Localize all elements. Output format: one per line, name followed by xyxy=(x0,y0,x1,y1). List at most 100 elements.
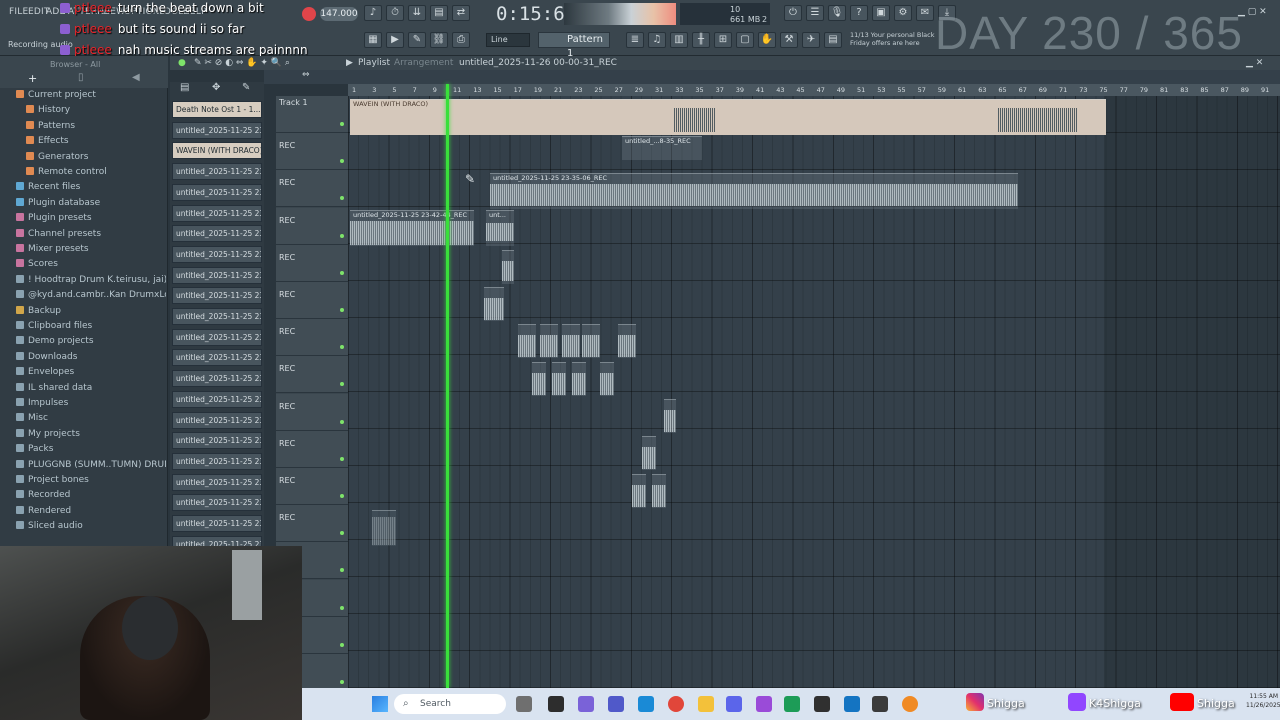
channel-move-icon[interactable]: ✥ xyxy=(212,82,220,93)
browser-item[interactable]: History xyxy=(26,103,166,118)
browser-file-icon[interactable]: ▯ xyxy=(78,72,84,83)
track-header[interactable]: REC xyxy=(276,244,348,282)
track-enable-led[interactable] xyxy=(340,308,344,312)
wrench-icon[interactable]: ⚒ xyxy=(780,32,798,48)
piano-roll-icon[interactable]: ♫ xyxy=(648,32,666,48)
browser-item[interactable]: Effects xyxy=(26,134,166,149)
track-header[interactable]: REC xyxy=(276,133,348,171)
touch-icon[interactable]: ✋ xyxy=(758,32,776,48)
channel-button[interactable]: untitled_2025-11-25 23-... xyxy=(172,266,262,284)
browser-item[interactable]: Envelopes xyxy=(16,365,166,380)
track-enable-led[interactable] xyxy=(340,568,344,573)
channel-button[interactable]: untitled_2025-11-25 23-... xyxy=(172,287,262,305)
channel-button[interactable]: untitled_2025-11-25 23-... xyxy=(172,204,262,222)
track-enable-led[interactable] xyxy=(340,680,344,684)
track-enable-led[interactable] xyxy=(340,233,344,238)
audio-clip[interactable] xyxy=(632,474,646,508)
track-header[interactable]: Track 1 xyxy=(276,96,348,133)
blend-notes-icon[interactable]: ⇄ xyxy=(452,5,470,21)
browser-item[interactable]: Current project xyxy=(16,88,166,103)
mixer-view-icon[interactable]: ╫ xyxy=(692,32,710,48)
audio-clip[interactable]: untitled_...8-35_REC xyxy=(622,136,702,160)
browser-item[interactable]: Recorded xyxy=(16,488,166,503)
zoom-icon[interactable]: ⇔ xyxy=(302,70,310,80)
wait-input-icon[interactable]: ⏱ xyxy=(386,5,404,21)
edge-icon[interactable] xyxy=(638,696,654,712)
plugin-icon[interactable]: ⚙ xyxy=(894,5,912,21)
app-icon[interactable] xyxy=(784,696,800,712)
channel-pen-icon[interactable]: ✎ xyxy=(242,82,250,93)
browser-item[interactable]: Downloads xyxy=(16,350,166,365)
step-edit-icon[interactable]: ▤ xyxy=(430,5,448,21)
track-enable-led[interactable] xyxy=(340,345,344,350)
channel-button[interactable]: untitled_2025-11-25 23-... xyxy=(172,121,262,139)
audio-clip[interactable]: untitled_2025-11-25 23-35-06_REC xyxy=(490,173,1018,209)
track-header[interactable]: REC xyxy=(276,282,348,319)
channel-button[interactable]: untitled_2025-11-25 23-... xyxy=(172,163,262,181)
track-enable-led[interactable] xyxy=(340,494,344,498)
countdown-icon[interactable]: ⇊ xyxy=(408,5,426,21)
channel-button[interactable]: untitled_2025-11-25 23-... xyxy=(172,328,262,346)
channel-button[interactable]: untitled_2025-11-25 23-... xyxy=(172,183,262,201)
audio-clip[interactable] xyxy=(600,362,614,396)
channel-rack-icon[interactable]: ▥ xyxy=(670,32,688,48)
track-header[interactable]: REC xyxy=(276,356,348,394)
channel-button[interactable]: WAVEIN (WITH DRACO) xyxy=(172,142,262,160)
microphone-icon[interactable]: 🎙 xyxy=(828,5,846,21)
plugin-picker-icon[interactable]: ▢ xyxy=(736,32,754,48)
track-header[interactable]: REC xyxy=(276,319,348,357)
audio-clip[interactable] xyxy=(532,362,546,396)
browser-item[interactable]: Recent files xyxy=(16,180,166,195)
track-header[interactable]: REC xyxy=(276,170,348,208)
browser-item[interactable]: Clipboard files xyxy=(16,319,166,334)
track-enable-led[interactable] xyxy=(340,122,344,126)
task-view-icon[interactable] xyxy=(548,696,564,712)
audio-clip[interactable] xyxy=(562,324,580,358)
audio-clip[interactable]: untitled_2025-11-25 23-42-44_REC xyxy=(350,210,474,246)
track-enable-led[interactable] xyxy=(340,196,344,201)
browser-item[interactable]: @kyd.and.cambr..Kan DrumxLoopKit xyxy=(16,288,166,303)
browser-item[interactable]: ! Hoodtrap Drum K.teirusu, jai) (2) xyxy=(16,273,166,288)
browser-item[interactable]: Remote control xyxy=(26,165,166,180)
browser-item[interactable]: Demo projects xyxy=(16,334,166,349)
browser-icon[interactable]: ⊞ xyxy=(714,32,732,48)
browser-item[interactable]: Impulses xyxy=(16,396,166,411)
audio-clip[interactable] xyxy=(552,362,566,396)
audio-clip[interactable] xyxy=(642,436,656,470)
audio-clip[interactable] xyxy=(540,324,558,358)
track-header[interactable]: REC xyxy=(276,468,348,505)
playlist-tools-icon[interactable]: ✎ ✂ ⊘ ◐ ⇔ ✋ ✦ 🔍 ⌕ xyxy=(194,56,290,70)
channel-button[interactable]: untitled_2025-11-25 23-... xyxy=(172,494,262,512)
play-icon[interactable]: ▶ xyxy=(386,32,404,48)
browser-item[interactable]: Plugin database xyxy=(16,196,166,211)
browser-item[interactable]: Mixer presets xyxy=(16,242,166,257)
browser-item[interactable]: Misc xyxy=(16,411,166,426)
browser-item[interactable]: Packs xyxy=(16,442,166,457)
playlist-icon[interactable]: ≣ xyxy=(626,32,644,48)
news-promo[interactable]: 11/13 Your personal Black Friday offers … xyxy=(850,31,940,47)
channel-button[interactable]: untitled_2025-11-25 23-... xyxy=(172,308,262,325)
browser-item[interactable]: Rendered xyxy=(16,504,166,519)
playlist-play-icon[interactable]: ▶ xyxy=(346,56,353,70)
draw-tool-icon[interactable]: ✎ xyxy=(408,32,426,48)
track-enable-led[interactable] xyxy=(340,270,344,275)
audio-clip[interactable] xyxy=(572,362,586,396)
track-enable-led[interactable] xyxy=(340,419,344,424)
snap-selector[interactable]: Line xyxy=(486,33,530,47)
browser-item[interactable]: Generators xyxy=(26,150,166,165)
audio-clip[interactable] xyxy=(484,287,504,321)
channel-button[interactable]: untitled_2025-11-25 23-... xyxy=(172,370,262,388)
metronome-icon[interactable]: ♪ xyxy=(364,5,382,21)
chrome-icon[interactable] xyxy=(668,696,684,712)
teams-icon[interactable] xyxy=(608,696,624,712)
chat-icon[interactable]: ✉ xyxy=(916,5,934,21)
channel-button[interactable]: Death Note Ost 1 - 1... xyxy=(172,101,262,118)
save-icon[interactable]: ▣ xyxy=(872,5,890,21)
audio-clip[interactable] xyxy=(664,399,676,433)
track-enable-led[interactable] xyxy=(340,531,344,536)
browser-back-icon[interactable]: ◀ xyxy=(132,72,140,83)
channel-button[interactable]: untitled_2025-11-25 23-... xyxy=(172,515,262,532)
song-time-display[interactable]: 0:15:66 xyxy=(496,3,576,27)
timeline-ruler[interactable]: 1 3 5 7 9 11 13 15 17 19 21 23 25 27 29 31 33 35 37 39 41 43 4… xyxy=(348,84,1280,96)
taskbar-clock[interactable]: 11:55 AM 11/26/2025 xyxy=(1246,692,1280,710)
